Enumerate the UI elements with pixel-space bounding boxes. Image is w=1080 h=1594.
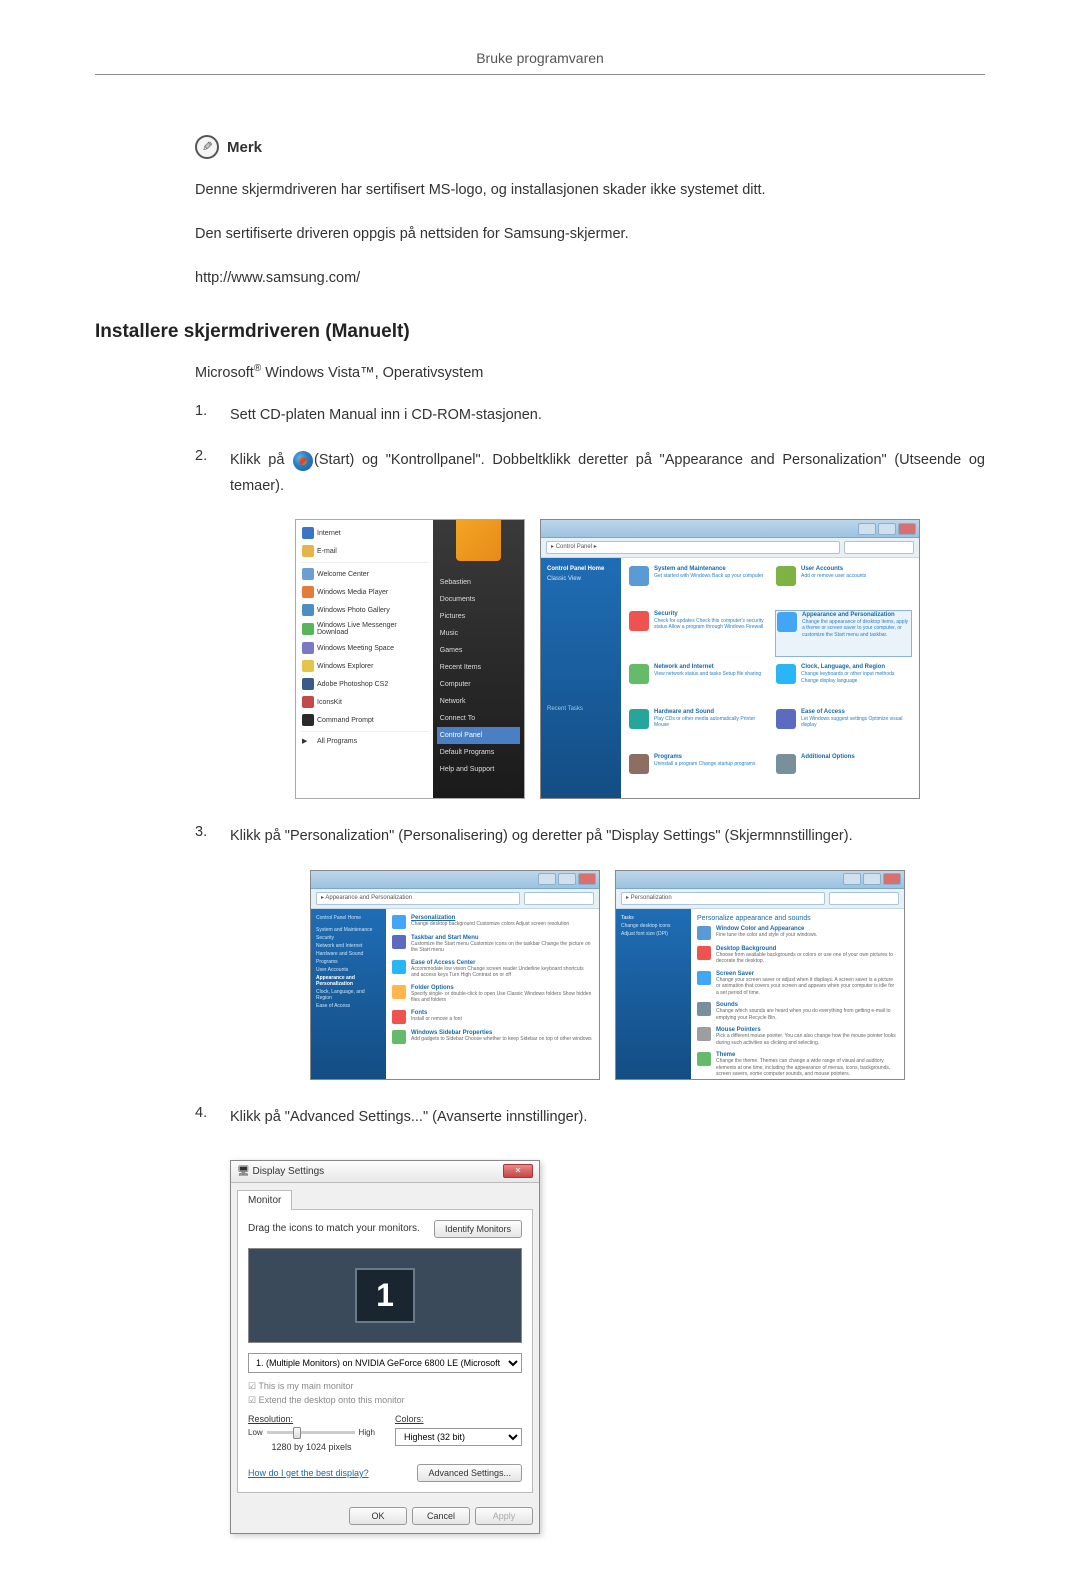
section-heading-install-manual: Installere skjermdriveren (Manuelt) [95, 321, 985, 343]
figure-step2: Internet E-mail Welcome Center Windows M… [230, 519, 985, 799]
help-link[interactable]: How do I get the best display? [248, 1468, 369, 1478]
close-button[interactable]: ✕ [503, 1164, 533, 1178]
dialog-title: 🖥 Display Settings [237, 1166, 324, 1177]
advanced-settings-button[interactable]: Advanced Settings... [417, 1464, 522, 1482]
drag-instruction: Drag the icons to match your monitors. [248, 1223, 420, 1234]
note-icon [195, 135, 219, 159]
os-intro: Microsoft® Windows Vista™, Operativsyste… [195, 363, 985, 381]
note-label: Merk [227, 139, 262, 156]
monitor-1-icon[interactable]: 1 [355, 1268, 415, 1323]
monitor-preview-area[interactable]: 1 [248, 1248, 522, 1343]
step-3: 3. Klikk på "Personalization" (Personali… [195, 824, 985, 849]
figure-step3: ▸ Appearance and Personalization Control… [230, 870, 985, 1080]
monitor-select[interactable]: 1. (Multiple Monitors) on NVIDIA GeForce… [248, 1353, 522, 1373]
screenshot-control-panel: ▸ Control Panel ▸ Control Panel Home Cla… [540, 519, 920, 799]
step-4: 4. Klikk på "Advanced Settings..." (Avan… [195, 1105, 985, 1130]
ok-button[interactable]: OK [349, 1507, 407, 1525]
identify-monitors-button[interactable]: Identify Monitors [434, 1220, 522, 1238]
cancel-button[interactable]: Cancel [412, 1507, 470, 1525]
monitor-tab[interactable]: Monitor [237, 1190, 292, 1210]
resolution-slider[interactable]: Low High [248, 1428, 375, 1437]
page-header: Bruke programvaren [95, 50, 985, 75]
screenshot-appearance-personalization: ▸ Appearance and Personalization Control… [310, 870, 600, 1080]
note-url: http://www.samsung.com/ [195, 265, 985, 291]
screenshot-start-menu: Internet E-mail Welcome Center Windows M… [295, 519, 525, 799]
note-section: Merk Denne skjermdriveren har sertifiser… [195, 135, 985, 291]
main-monitor-checkbox: ☑ This is my main monitor [248, 1381, 522, 1392]
figure-step4: 🖥 Display Settings ✕ Monitor Drag the ic… [195, 1150, 985, 1534]
resolution-value: 1280 by 1024 pixels [248, 1442, 375, 1452]
screenshot-personalization: ▸ Personalization Tasks Change desktop i… [615, 870, 905, 1080]
colors-label: Colors: [395, 1414, 522, 1424]
apply-button[interactable]: Apply [475, 1507, 533, 1525]
step-1: 1. Sett CD-platen Manual inn i CD-ROM-st… [195, 403, 985, 428]
resolution-label: Resolution: [248, 1414, 375, 1424]
extend-desktop-checkbox: ☑ Extend the desktop onto this monitor [248, 1395, 522, 1406]
note-paragraph-1: Denne skjermdriveren har sertifisert MS-… [195, 177, 985, 203]
step-2: 2. Klikk på (Start) og "Kontrollpanel". … [195, 448, 985, 499]
colors-select[interactable]: Highest (32 bit) [395, 1428, 522, 1446]
screenshot-display-settings: 🖥 Display Settings ✕ Monitor Drag the ic… [230, 1160, 540, 1534]
note-paragraph-2: Den sertifiserte driveren oppgis på nett… [195, 221, 985, 247]
start-orb-icon [293, 451, 313, 471]
